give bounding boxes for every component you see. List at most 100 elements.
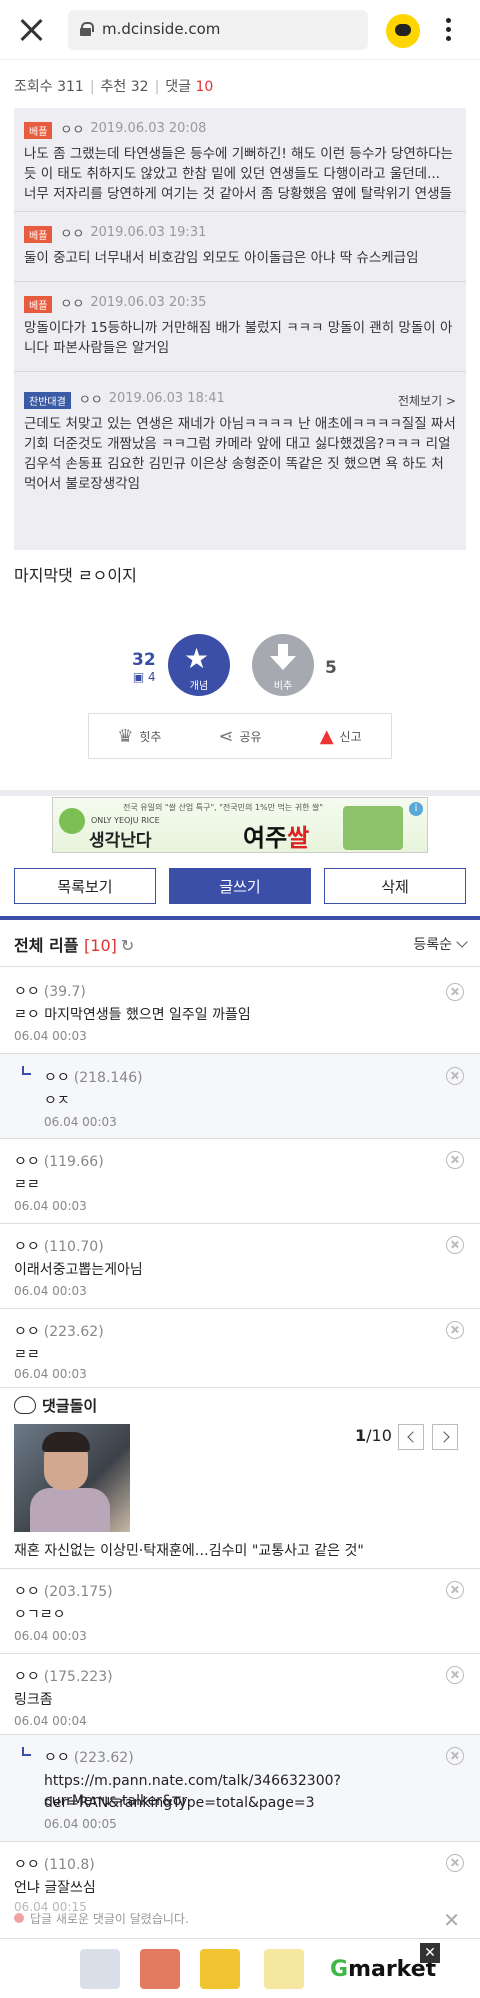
comment-nick: ㅇㅇ [14,1239,40,1255]
reply-item: ㅇㅇ (218.146) ㅇㅈ 06.04 00:03 [0,1054,480,1138]
comment-time: 06.04 00:03 [14,1629,87,1643]
delete-comment-icon[interactable] [446,1854,464,1872]
ad-main-text: 생각난다 [89,831,152,851]
comment-item: ㅇㅇ (175.223) 링크좀 06.04 00:04 [0,1654,480,1734]
sort-dropdown[interactable]: 등록순 [413,934,466,954]
fixed-upvote: ▣ 4 [132,670,156,684]
comments-title: 전체 리플 [14,936,79,955]
close-icon[interactable] [18,16,46,44]
delete-comment-icon[interactable] [446,1747,464,1765]
best-comment[interactable]: 베플 ㅇㅇ 2019.06.03 19:31 둘이 중고티 너무내서 비호감임 외모… [14,212,466,282]
comment-text: 망돌이다가 15등하니까 거만해짐 배가 불렀지 ㅋㅋㅋ 망돌이 괜히 망돌이 … [24,320,453,356]
info-icon[interactable]: i [409,802,423,816]
post-stats: 조회수 311 | 추천 32 | 댓글 10 [14,79,214,95]
next-page-icon[interactable] [432,1424,458,1450]
comment-text: ㄹㄹ [14,1347,40,1363]
alert-icon [14,1913,24,1923]
url-text: m.dcinside.com [102,20,221,38]
view-all-link[interactable]: 전체보기 > [398,392,456,409]
delete-comment-icon[interactable] [446,1151,464,1169]
comment-nick: ㅇㅇ [60,226,85,242]
best-comment[interactable]: 베플 ㅇㅇ 2019.06.03 20:35 망돌이다가 15등하니까 거만해짐 배… [14,282,466,372]
comment-date: 2019.06.03 18:41 [108,390,225,406]
prev-page-icon[interactable] [398,1424,424,1450]
list-button[interactable]: 목록보기 [14,868,156,904]
delete-comment-icon[interactable] [446,983,464,1001]
downvote-count: 5 [325,658,337,678]
comment-text: ㅇㄱㄹㅇ [14,1607,66,1623]
reply-indicator-icon [22,1747,31,1756]
news-thumbnail[interactable] [14,1424,130,1532]
browser-toolbar: m.dcinside.com [0,0,480,60]
comment-text: 링크좀 [14,1692,53,1708]
news-caption[interactable]: 재혼 자신없는 이상민·탁재훈에…김수미 "교통사고 같은 것" [14,1540,364,1560]
post-actions: ♛ 힛추 ⋖ 공유 ▲ 신고 [88,713,392,759]
write-button[interactable]: 글쓰기 [169,868,311,904]
comment-text: ㄹㄹ [14,1177,40,1193]
best-badge: 베플 [24,295,53,313]
comment-nick: ㅇㅇ [14,984,40,1000]
comment-nick: ㅇㅇ [44,1070,70,1086]
chat-icon[interactable] [386,14,420,48]
best-badge: 베플 [24,121,53,139]
comment-count-label: 댓글 [165,79,192,95]
delete-comment-icon[interactable] [446,1067,464,1085]
ad-close-icon[interactable]: ✕ [420,1943,440,1963]
recommend-count: 추천 32 [100,79,149,95]
comment-ip: (110.8) [43,1857,95,1873]
comment-time: 06.04 00:03 [14,1284,87,1298]
reply-indicator-icon [22,1066,31,1075]
comment-text: ㅇㅈ [44,1093,70,1109]
star-icon: ★ [184,642,210,675]
view-count: 조회수 311 [14,79,84,95]
delete-comment-icon[interactable] [446,1236,464,1254]
delete-comment-icon[interactable] [446,1581,464,1599]
dcbot-pagination: 1/10 [355,1426,392,1445]
upvote-number: 32 [132,650,156,670]
comment-item: ㅇㅇ (203.175) ㅇㄱㄹㅇ 06.04 00:03 [0,1569,480,1653]
upvote-count: 32 ▣ 4 [132,650,156,684]
comment-date: 2019.06.03 20:35 [90,294,207,310]
upvote-button[interactable]: ★ 개념 [168,634,230,696]
comment-time: 06.04 00:03 [14,1029,87,1043]
hit-button[interactable]: ♛ 힛추 [89,714,190,758]
delete-button[interactable]: 삭제 [324,868,466,904]
refresh-icon[interactable]: ↻ [121,936,134,955]
delete-comment-icon[interactable] [446,1321,464,1339]
ad-brand: 여주쌀 [243,824,310,852]
comment-time: 06.04 00:03 [14,1367,87,1381]
best-comment[interactable]: 찬반대결 ㅇㅇ 2019.06.03 18:41 전체보기 > 근데도 처맞고 있는… [14,372,466,550]
comment-time: 06.04 00:05 [44,1817,117,1831]
share-icon: ⋖ [218,725,234,747]
delete-comment-icon[interactable] [446,1666,464,1684]
comment-date: 2019.06.03 19:31 [90,224,207,240]
toast-close-icon[interactable]: ✕ [443,1908,460,1932]
downvote-button[interactable]: 비추 [252,634,314,696]
comment-count: 10 [195,79,214,95]
more-menu-icon[interactable] [446,18,452,42]
comment-ip: (175.223) [43,1669,113,1685]
ad-banner[interactable]: 전국 유일의 "쌀 산업 특구", "전국민의 1%만 먹는 귀한 쌀" ONL… [52,797,428,853]
dcbot-section: 댓글돌이 1/10 재혼 자신없는 이상민·탁재훈에…김수미 "교통사고 같은 … [0,1388,480,1568]
comment-item: ㅇㅇ (39.7) ㄹㅇ 마지막연생들 했으면 일주일 까플임 06.04 00:… [0,967,480,1053]
comment-item: ㅇㅇ (110.70) 이래서중고뽑는게아님 06.04 00:03 [0,1224,480,1308]
new-comment-toast[interactable]: 답글 새로운 댓글이 달렸습니다. [14,1910,189,1927]
bottom-ad[interactable]: Gmarket ✕ [0,1938,480,1998]
report-button[interactable]: ▲ 신고 [290,714,391,758]
comment-text: 나도 좀 그랬는데 타연생들은 등수에 기뻐하긴! 해도 이런 등수가 당연하다… [24,146,454,202]
address-bar[interactable]: m.dcinside.com [68,10,368,50]
yeoju-logo [59,808,85,834]
comment-item: ㅇㅇ (119.66) ㄹㄹ 06.04 00:03 [0,1139,480,1223]
comment-nick: ㅇㅇ [14,1857,40,1873]
best-comment[interactable]: 베플 ㅇㅇ 2019.06.03 20:08 나도 좀 그랬는데 타연생들은 등수에… [14,108,466,212]
comment-link-cont[interactable]: der=RAN&rankingType=total&page=3 [44,1793,315,1813]
post-buttons: 목록보기 글쓰기 삭제 [14,868,466,904]
ad-product-image [80,1949,120,1989]
share-button[interactable]: ⋖ 공유 [190,714,291,758]
ad-product-image [264,1949,304,1989]
downvote-label: 비추 [273,681,293,692]
comment-nick: ㅇㅇ [14,1584,40,1600]
dcbot-title: 댓글돌이 [42,1397,98,1415]
comment-text: 언냐 글잘쓰심 [14,1880,96,1896]
comment-nick: ㅇㅇ [14,1324,40,1340]
